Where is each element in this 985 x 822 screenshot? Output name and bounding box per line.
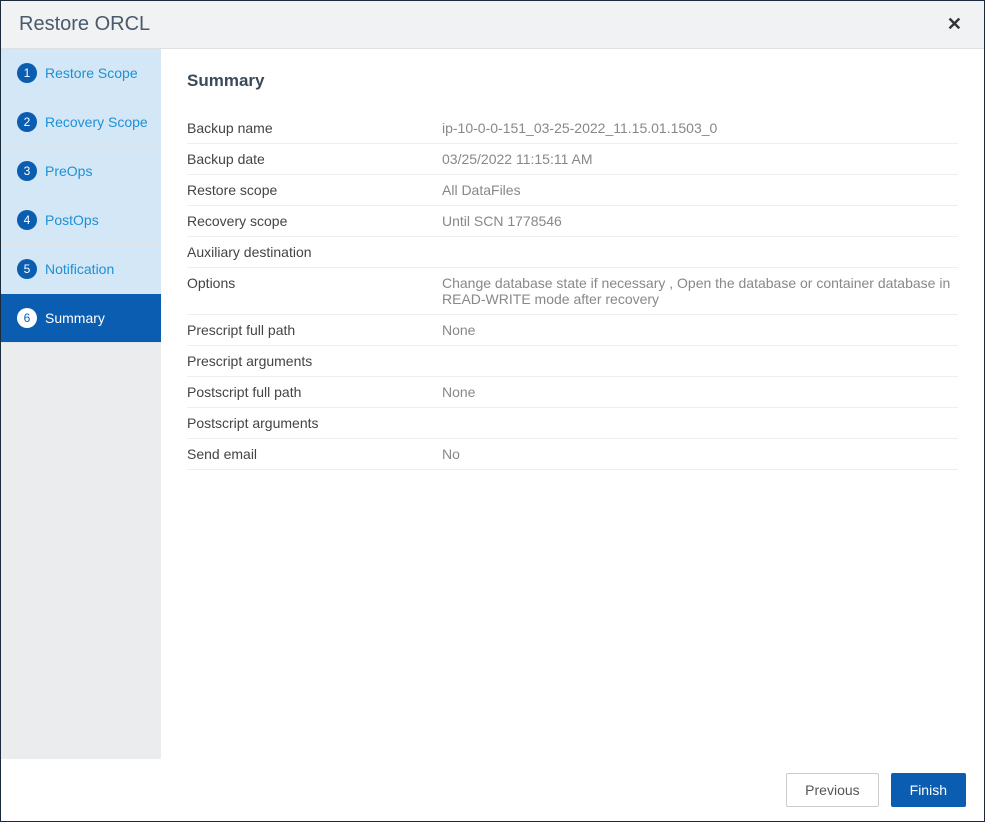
summary-label: Backup name — [187, 113, 442, 144]
summary-label: Backup date — [187, 144, 442, 175]
summary-label: Auxiliary destination — [187, 237, 442, 268]
step-number-icon: 6 — [17, 308, 37, 328]
row-postscript-full-path: Postscript full path None — [187, 377, 958, 408]
row-prescript-full-path: Prescript full path None — [187, 315, 958, 346]
sidebar-item-label: PostOps — [45, 212, 99, 228]
step-number-icon: 1 — [17, 63, 37, 83]
step-number-icon: 5 — [17, 259, 37, 279]
step-number-icon: 4 — [17, 210, 37, 230]
close-icon[interactable]: ✕ — [943, 14, 966, 35]
summary-label: Prescript full path — [187, 315, 442, 346]
summary-value: None — [442, 315, 958, 346]
previous-button[interactable]: Previous — [786, 773, 878, 807]
row-recovery-scope: Recovery scope Until SCN 1778546 — [187, 206, 958, 237]
row-send-email: Send email No — [187, 439, 958, 470]
step-number-icon: 3 — [17, 161, 37, 181]
sidebar-item-notification[interactable]: 5 Notification — [1, 245, 161, 294]
summary-table: Backup name ip-10-0-0-151_03-25-2022_11.… — [187, 113, 958, 470]
summary-value — [442, 408, 958, 439]
summary-label: Postscript arguments — [187, 408, 442, 439]
sidebar-item-restore-scope[interactable]: 1 Restore Scope — [1, 49, 161, 98]
page-title: Summary — [187, 71, 958, 91]
row-restore-scope: Restore scope All DataFiles — [187, 175, 958, 206]
sidebar-item-label: Restore Scope — [45, 65, 138, 81]
row-backup-name: Backup name ip-10-0-0-151_03-25-2022_11.… — [187, 113, 958, 144]
sidebar-item-label: PreOps — [45, 163, 92, 179]
summary-value: ip-10-0-0-151_03-25-2022_11.15.01.1503_0 — [442, 113, 958, 144]
summary-value: No — [442, 439, 958, 470]
sidebar-item-label: Recovery Scope — [45, 114, 148, 130]
summary-value: Change database state if necessary , Ope… — [442, 268, 958, 315]
summary-label: Postscript full path — [187, 377, 442, 408]
summary-value: All DataFiles — [442, 175, 958, 206]
modal-header: Restore ORCL ✕ — [1, 1, 984, 49]
modal-title: Restore ORCL — [19, 13, 150, 36]
summary-label: Options — [187, 268, 442, 315]
modal-body: 1 Restore Scope 2 Recovery Scope 3 PreOp… — [1, 49, 984, 759]
modal-footer: Previous Finish — [1, 759, 984, 821]
sidebar-item-summary[interactable]: 6 Summary — [1, 294, 161, 343]
row-backup-date: Backup date 03/25/2022 11:15:11 AM — [187, 144, 958, 175]
sidebar-item-label: Summary — [45, 310, 105, 326]
wizard-sidebar: 1 Restore Scope 2 Recovery Scope 3 PreOp… — [1, 49, 161, 759]
row-options: Options Change database state if necessa… — [187, 268, 958, 315]
row-auxiliary-destination: Auxiliary destination — [187, 237, 958, 268]
summary-label: Prescript arguments — [187, 346, 442, 377]
summary-value — [442, 346, 958, 377]
sidebar-item-preops[interactable]: 3 PreOps — [1, 147, 161, 196]
summary-value — [442, 237, 958, 268]
sidebar-item-postops[interactable]: 4 PostOps — [1, 196, 161, 245]
finish-button[interactable]: Finish — [891, 773, 966, 807]
restore-modal: Restore ORCL ✕ 1 Restore Scope 2 Recover… — [0, 0, 985, 822]
summary-value: None — [442, 377, 958, 408]
summary-label: Send email — [187, 439, 442, 470]
sidebar-item-label: Notification — [45, 261, 114, 277]
row-prescript-arguments: Prescript arguments — [187, 346, 958, 377]
summary-value: 03/25/2022 11:15:11 AM — [442, 144, 958, 175]
summary-value: Until SCN 1778546 — [442, 206, 958, 237]
sidebar-item-recovery-scope[interactable]: 2 Recovery Scope — [1, 98, 161, 147]
summary-label: Recovery scope — [187, 206, 442, 237]
content-panel: Summary Backup name ip-10-0-0-151_03-25-… — [161, 49, 984, 759]
row-postscript-arguments: Postscript arguments — [187, 408, 958, 439]
summary-label: Restore scope — [187, 175, 442, 206]
step-number-icon: 2 — [17, 112, 37, 132]
